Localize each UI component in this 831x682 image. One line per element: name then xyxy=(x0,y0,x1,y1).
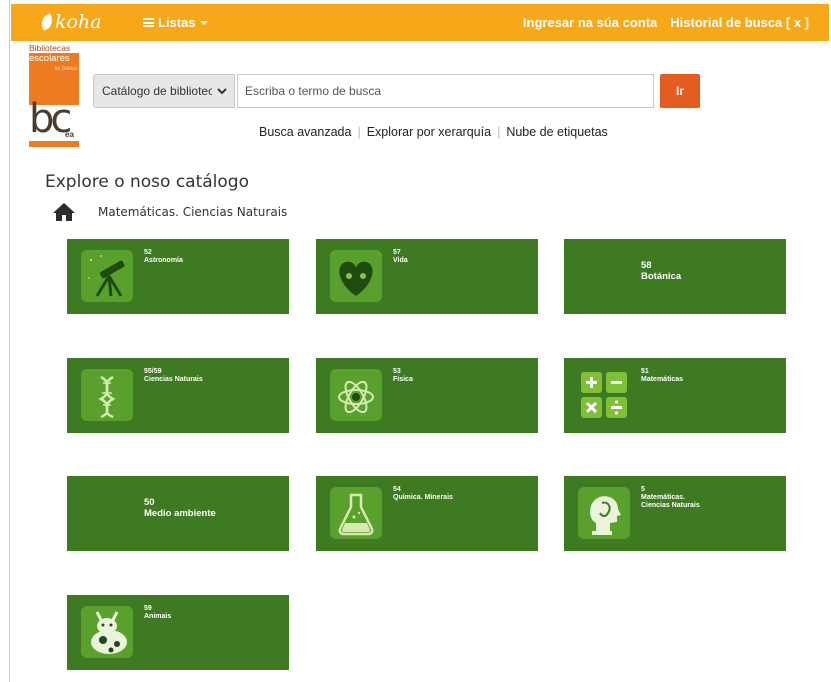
tile-natural-sciences[interactable]: 55/59 Ciencias Naturais xyxy=(67,358,289,433)
heart-face-icon xyxy=(330,250,382,302)
tile-chemistry[interactable]: 54 Química. Minerais xyxy=(316,476,538,551)
search-history-link[interactable]: Historial de busca [ x ] xyxy=(670,15,809,30)
tile-number: 50 xyxy=(144,497,155,508)
koha-logo[interactable]: koha xyxy=(38,11,102,33)
tile-label: Botánica xyxy=(641,271,682,282)
tile-physics[interactable]: 53 Física xyxy=(316,358,538,433)
tile-label: Ciencias Naturais xyxy=(144,376,203,383)
tile-label: Vida xyxy=(393,257,408,264)
tile-mathematics[interactable]: 51 Matemáticas xyxy=(564,358,786,433)
lists-menu-button[interactable]: Listas xyxy=(143,15,208,30)
flask-icon xyxy=(330,487,382,539)
tile-number: 54 xyxy=(393,486,401,493)
breadcrumb-current: Matemáticas. Ciencias Naturais xyxy=(98,205,288,219)
page-title: Explore o noso catálogo xyxy=(45,172,249,192)
home-icon[interactable] xyxy=(52,202,76,222)
breadcrumb: Matemáticas. Ciencias Naturais xyxy=(52,202,287,222)
logo-line-1: Bibliotecas xyxy=(29,43,71,53)
search-links: Busca avanzada | Explorar por xerarquía … xyxy=(259,125,608,139)
tile-label: Medio ambiente xyxy=(144,508,216,519)
catalog-select[interactable]: Catálogo de bibliotecas xyxy=(93,74,235,108)
hierarchy-browse-link[interactable]: Explorar por xerarquía xyxy=(367,125,491,139)
logo-mark-suffix: ea xyxy=(65,130,74,139)
tile-label: Química. Minerais xyxy=(393,494,453,501)
tile-label: Animais xyxy=(144,613,172,620)
tile-animals[interactable]: 59 Animais xyxy=(67,595,289,670)
atom-icon xyxy=(330,369,382,421)
tile-botany[interactable]: 58 Botánica xyxy=(564,239,786,314)
tile-number: 52 xyxy=(144,249,152,256)
tile-label: Astronomía xyxy=(144,257,183,264)
caret-down-icon xyxy=(199,20,208,25)
math-operators-icon xyxy=(578,369,630,421)
tile-math-natural-sciences[interactable]: 5 Matemáticas. Ciencias Naturais xyxy=(564,476,786,551)
tile-number: 51 xyxy=(641,368,649,375)
tile-label: Matemáticas. Ciencias Naturais xyxy=(641,494,700,509)
logo-line-3: de Galicia xyxy=(54,66,77,72)
top-navbar: koha Listas Ingresar na súa conta Histor… xyxy=(11,4,829,41)
chevron-down-icon xyxy=(216,85,228,100)
list-icon xyxy=(143,18,154,27)
tile-number: 59 xyxy=(144,605,152,612)
dna-icon xyxy=(81,369,133,421)
logo-mark: bc xyxy=(29,96,72,142)
tile-astronomy[interactable]: 52 Astronomía xyxy=(67,239,289,314)
telescope-icon xyxy=(81,250,133,302)
tile-number: 55/59 xyxy=(144,368,162,375)
search-bar: Catálogo de bibliotecas Ir xyxy=(93,74,700,108)
tile-number: 58 xyxy=(641,260,652,271)
logo-line-2: escolares xyxy=(29,53,70,64)
tile-number: 5 xyxy=(641,486,645,493)
login-link[interactable]: Ingresar na súa conta xyxy=(523,15,657,30)
separator: | xyxy=(497,125,501,139)
tile-number: 57 xyxy=(393,249,401,256)
tile-environment[interactable]: 50 Medio ambiente xyxy=(67,476,289,551)
tile-label: Física xyxy=(393,376,413,383)
catalog-select-value: Catálogo de bibliotecas xyxy=(102,84,212,98)
tile-label: Matemáticas xyxy=(641,376,684,383)
separator: | xyxy=(357,125,361,139)
library-logo[interactable]: Bibliotecas escolares de Galicia bc ea xyxy=(29,44,81,148)
search-go-button[interactable]: Ir xyxy=(660,74,700,108)
tile-number: 53 xyxy=(393,368,401,375)
head-profile-icon xyxy=(578,487,630,539)
lists-label: Listas xyxy=(158,15,196,30)
page-left-border xyxy=(0,0,10,682)
cow-icon xyxy=(81,606,133,658)
advanced-search-link[interactable]: Busca avanzada xyxy=(259,125,351,139)
logo-orange-block: escolares de Galicia bc ea xyxy=(29,53,79,147)
search-input[interactable] xyxy=(237,74,654,108)
koha-logo-text: koha xyxy=(55,11,102,33)
koha-leaf-icon xyxy=(38,13,56,31)
tag-cloud-link[interactable]: Nube de etiquetas xyxy=(506,125,607,139)
tile-life[interactable]: 57 Vida xyxy=(316,239,538,314)
